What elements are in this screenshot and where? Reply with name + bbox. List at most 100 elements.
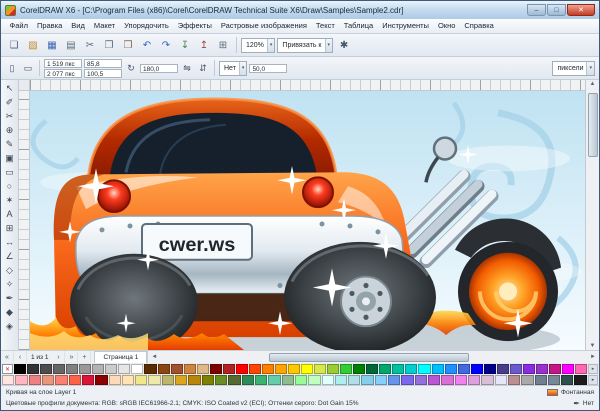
color-swatch[interactable] <box>536 364 548 374</box>
menu-item[interactable]: Правка <box>32 19 66 33</box>
maximize-button[interactable]: □ <box>547 4 566 16</box>
outline-pen-tool[interactable]: ✒ <box>2 291 18 305</box>
options-button[interactable]: ✱ <box>335 36 353 54</box>
no-color-swatch[interactable]: ✕ <box>2 364 13 374</box>
minimize-button[interactable]: – <box>527 4 546 16</box>
color-swatch[interactable] <box>295 375 307 385</box>
color-swatch[interactable] <box>82 375 94 385</box>
color-swatch[interactable] <box>148 375 160 385</box>
dimension-tool[interactable]: ↔ <box>2 235 18 249</box>
color-swatch[interactable] <box>353 364 365 374</box>
horizontal-scrollbar[interactable]: ◄ ► <box>147 351 599 363</box>
interactive-fill-tool[interactable]: ◈ <box>2 319 18 333</box>
color-swatch[interactable] <box>335 375 347 385</box>
next-page-button[interactable]: › <box>52 351 65 363</box>
fill-color-indicator[interactable] <box>547 389 558 396</box>
color-swatch[interactable] <box>40 364 52 374</box>
object-height-field[interactable]: 2 077 пкс <box>44 69 82 78</box>
scroll-left-icon[interactable]: ◄ <box>149 354 159 360</box>
menu-item[interactable]: Окно <box>433 19 459 33</box>
color-swatch[interactable] <box>144 364 156 374</box>
color-swatch[interactable] <box>405 364 417 374</box>
eyedropper-tool[interactable]: ✧ <box>2 277 18 291</box>
ruler-origin-corner[interactable] <box>19 80 30 91</box>
cut-button[interactable]: ✂ <box>81 36 99 54</box>
pick-tool[interactable]: ↖ <box>2 81 18 95</box>
open-button[interactable]: ▨ <box>24 36 42 54</box>
color-swatch[interactable] <box>228 375 240 385</box>
color-swatch[interactable] <box>497 364 509 374</box>
mirror-horizontal-button[interactable]: ⇋ <box>180 59 194 77</box>
color-swatch[interactable] <box>415 375 427 385</box>
color-swatch[interactable] <box>432 364 444 374</box>
color-swatch[interactable] <box>15 375 27 385</box>
export-button[interactable]: ↥ <box>195 36 213 54</box>
color-swatch[interactable] <box>14 364 26 374</box>
color-swatch[interactable] <box>455 375 467 385</box>
fill-tool[interactable]: ◆ <box>2 305 18 319</box>
application-launcher-button[interactable]: ⊞ <box>214 36 232 54</box>
color-swatch[interactable] <box>122 375 134 385</box>
color-swatch[interactable] <box>549 364 561 374</box>
menu-item[interactable]: Таблица <box>339 19 377 33</box>
page-landscape-button[interactable]: ▭ <box>21 59 35 77</box>
color-swatch[interactable] <box>109 375 121 385</box>
color-swatch[interactable] <box>197 364 209 374</box>
color-swatch[interactable] <box>535 375 547 385</box>
color-swatch[interactable] <box>55 375 67 385</box>
text-tool[interactable]: A <box>2 207 18 221</box>
color-swatch[interactable] <box>162 375 174 385</box>
previous-page-button[interactable]: ‹ <box>14 351 27 363</box>
vertical-ruler[interactable] <box>19 91 30 350</box>
copy-button[interactable]: ❐ <box>100 36 118 54</box>
color-swatch[interactable] <box>242 375 254 385</box>
color-swatch[interactable] <box>428 375 440 385</box>
menu-item[interactable]: Растровые изображения <box>216 19 311 33</box>
drawing-canvas[interactable]: cwer.ws <box>30 91 585 350</box>
palette-scroll-right-button[interactable]: ▸ <box>588 364 598 374</box>
color-swatch[interactable] <box>314 364 326 374</box>
vertical-scrollbar[interactable]: ▲ ▼ <box>585 80 599 350</box>
redo-button[interactable]: ↷ <box>157 36 175 54</box>
color-swatch[interactable] <box>458 364 470 374</box>
print-button[interactable]: ▤ <box>62 36 80 54</box>
color-swatch[interactable] <box>188 375 200 385</box>
color-swatch[interactable] <box>495 375 507 385</box>
color-swatch[interactable] <box>348 375 360 385</box>
color-swatch[interactable] <box>562 364 574 374</box>
save-button[interactable]: ▦ <box>43 36 61 54</box>
color-swatch[interactable] <box>521 375 533 385</box>
color-swatch[interactable] <box>441 375 453 385</box>
color-swatch[interactable] <box>445 364 457 374</box>
color-swatch[interactable] <box>118 364 130 374</box>
color-swatch[interactable] <box>301 364 313 374</box>
color-swatch[interactable] <box>66 364 78 374</box>
vertical-scroll-thumb[interactable] <box>588 93 598 157</box>
new-document-button[interactable]: ❏ <box>5 36 23 54</box>
menu-item[interactable]: Упорядочить <box>120 19 174 33</box>
ellipse-tool[interactable]: ○ <box>2 179 18 193</box>
color-swatch[interactable] <box>523 364 535 374</box>
color-swatch[interactable] <box>401 375 413 385</box>
menu-item[interactable]: Файл <box>5 19 32 33</box>
color-swatch[interactable] <box>508 375 520 385</box>
last-page-button[interactable]: » <box>65 351 78 363</box>
color-swatch[interactable] <box>322 375 334 385</box>
snap-to-combo[interactable]: Привязать к ▾ <box>277 38 333 53</box>
color-swatch[interactable] <box>388 375 400 385</box>
horizontal-ruler[interactable] <box>30 80 585 91</box>
outline-width-combo[interactable]: Нет ▾ <box>219 61 247 76</box>
undo-button[interactable]: ↶ <box>138 36 156 54</box>
color-swatch[interactable] <box>418 364 430 374</box>
color-swatch[interactable] <box>575 364 587 374</box>
color-swatch[interactable] <box>131 364 143 374</box>
palette-scroll-right-button[interactable]: ▸ <box>588 375 598 385</box>
color-swatch[interactable] <box>105 364 117 374</box>
shape-tool[interactable]: ✐ <box>2 95 18 109</box>
close-button[interactable]: ✕ <box>567 4 595 16</box>
menu-item[interactable]: Инструменты <box>378 19 434 33</box>
page-tab[interactable]: Страница 1 <box>94 351 147 363</box>
color-swatch[interactable] <box>175 375 187 385</box>
scale-x-field[interactable]: 85,8 <box>84 59 122 68</box>
color-swatch[interactable] <box>327 364 339 374</box>
